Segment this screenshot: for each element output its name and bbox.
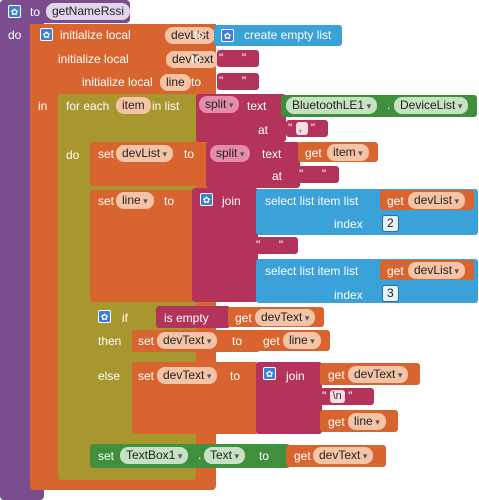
index-number-field[interactable]: 2: [382, 215, 399, 232]
gear-icon[interactable]: ✿: [221, 29, 234, 42]
get-label: get: [387, 264, 404, 278]
index-label: index: [334, 217, 363, 231]
gear-icon[interactable]: ✿: [200, 193, 213, 206]
text-label: text: [247, 99, 267, 113]
get-var-dropdown[interactable]: line: [348, 413, 386, 430]
set-var-dropdown[interactable]: devText: [157, 367, 218, 384]
join-label: join: [222, 194, 241, 208]
at-label: at: [272, 169, 283, 183]
set-to-label: to: [184, 147, 195, 161]
var-name-field[interactable]: devList: [165, 27, 216, 44]
newline-string-block[interactable]: " \n ": [320, 388, 374, 405]
else-label: else: [98, 369, 121, 383]
dot-label: .: [387, 98, 391, 112]
get-label: get: [263, 334, 280, 348]
procedure-to-label: to: [30, 5, 41, 19]
var-name-field[interactable]: line: [160, 74, 191, 91]
get-var-dropdown[interactable]: devText: [348, 366, 409, 383]
for-each-do-label: do: [66, 148, 80, 162]
index-number-field[interactable]: 3: [382, 285, 399, 302]
quote-string-block[interactable]: " ": [254, 237, 298, 254]
set-label: set: [138, 369, 155, 383]
component-dropdown[interactable]: BluetoothLE1: [286, 97, 378, 114]
empty-string-block[interactable]: " ": [217, 73, 259, 90]
get-var-dropdown[interactable]: devText: [255, 309, 316, 326]
set-var-dropdown[interactable]: devList: [116, 145, 174, 162]
split-mode-dropdown[interactable]: split: [199, 96, 240, 113]
set-label: set: [98, 147, 115, 161]
text-label: text: [262, 147, 282, 161]
get-var-dropdown[interactable]: line: [283, 332, 321, 349]
get-label: get: [328, 368, 345, 382]
property-dropdown[interactable]: Text: [204, 447, 246, 464]
gear-icon[interactable]: ✿: [8, 5, 21, 18]
set-to-label: to: [259, 449, 270, 463]
procedure-do-label: do: [8, 28, 22, 42]
set-label: set: [98, 194, 115, 208]
init-to-label: to: [191, 52, 202, 66]
get-var-dropdown[interactable]: devList: [408, 262, 466, 279]
set-to-label: to: [164, 194, 175, 208]
set-label: set: [138, 334, 155, 348]
procedure-name-field[interactable]: getNameRssi: [46, 3, 131, 20]
set-var-dropdown[interactable]: devText: [157, 332, 218, 349]
if-label: if: [122, 311, 128, 325]
loop-var-field[interactable]: item: [116, 97, 151, 114]
get-label: get: [328, 415, 345, 429]
gear-icon[interactable]: ✿: [263, 367, 276, 380]
init-label: initialize local: [82, 75, 153, 89]
is-empty-label: is empty: [164, 311, 209, 325]
gear-icon[interactable]: ✿: [98, 310, 111, 323]
split-mode-dropdown[interactable]: split: [210, 145, 251, 162]
index-label: index: [334, 288, 363, 302]
set-to-label: to: [230, 369, 241, 383]
select-list-item-label: select list item list: [265, 264, 359, 278]
get-label: get: [305, 146, 322, 160]
dot-label: .: [198, 448, 202, 462]
separator-string-block[interactable]: " , ": [286, 120, 328, 137]
set-to-label: to: [232, 334, 243, 348]
init-label: initialize local: [60, 28, 131, 42]
gear-icon[interactable]: ✿: [40, 28, 53, 41]
empty-string-block[interactable]: " ": [217, 50, 259, 67]
empty-string-block[interactable]: " ": [297, 166, 339, 183]
create-empty-list-label: create empty list: [244, 28, 332, 42]
component-dropdown[interactable]: TextBox1: [120, 447, 189, 464]
get-var-dropdown[interactable]: item: [327, 144, 369, 161]
set-var-dropdown[interactable]: line: [116, 192, 154, 209]
get-var-dropdown[interactable]: devText: [313, 447, 374, 464]
init-to-label: to: [191, 75, 202, 89]
get-label: get: [294, 449, 311, 463]
in-list-label: in list: [152, 99, 180, 113]
get-label: get: [387, 194, 404, 208]
set-label: set: [98, 449, 115, 463]
init-to-label: to: [194, 28, 205, 42]
select-list-item-label: select list item list: [265, 194, 359, 208]
property-dropdown[interactable]: DeviceList: [394, 97, 469, 114]
at-label: at: [258, 123, 269, 137]
init-label: initialize local: [58, 52, 129, 66]
get-label: get: [235, 311, 252, 325]
join-label: join: [286, 369, 305, 383]
in-label: in: [38, 99, 48, 113]
for-each-label: for each: [66, 99, 110, 113]
get-var-dropdown[interactable]: devList: [408, 192, 466, 209]
then-label: then: [98, 334, 122, 348]
